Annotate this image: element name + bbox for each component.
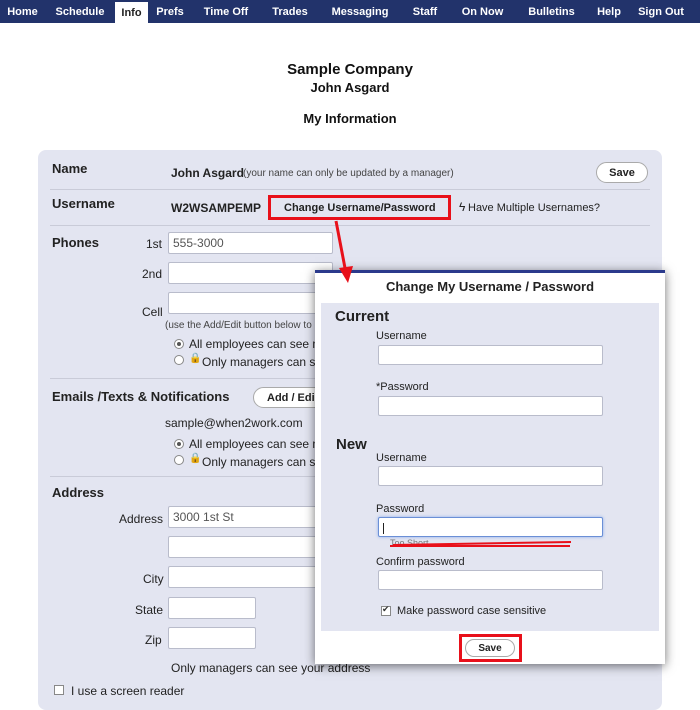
nav-prefs[interactable]: Prefs	[148, 0, 192, 23]
phones-label: Phones	[52, 235, 99, 250]
state-input[interactable]	[168, 597, 256, 619]
email-vis-mgr-label: Only managers can se	[202, 455, 323, 469]
confirm-password-label: Confirm password	[376, 556, 465, 568]
company-name: Sample Company	[287, 61, 413, 78]
city-label: City	[143, 572, 164, 586]
cell-label: Cell	[142, 305, 163, 319]
current-username-label: Username	[376, 330, 427, 342]
phone2-input[interactable]	[168, 262, 333, 284]
phones-vis-all-label: All employees can see m	[189, 337, 323, 351]
zip-label: Zip	[145, 633, 162, 647]
phone1-label: 1st	[146, 237, 163, 251]
nav-time-off[interactable]: Time Off	[192, 0, 260, 23]
nav-info[interactable]: Info	[115, 0, 148, 23]
lock-icon: 🔒	[189, 353, 202, 364]
email-visibility-managers-radio[interactable]	[174, 455, 184, 465]
address-section-label: Address	[52, 485, 105, 500]
case-sensitive-checkbox[interactable]	[381, 604, 391, 616]
lock-icon: 🔒	[189, 453, 202, 464]
top-nav: Home Schedule Info Prefs Time Off Trades Messa…	[0, 0, 700, 23]
zip-input[interactable]	[168, 627, 256, 649]
new-heading: New	[336, 436, 367, 453]
current-heading: Current	[335, 308, 390, 325]
nav-schedule[interactable]: Schedule	[45, 0, 115, 23]
nav-staff[interactable]: Staff	[400, 0, 450, 23]
change-password-modal: Change My Username / Password Current Us…	[315, 270, 665, 664]
divider	[50, 225, 650, 226]
phone1-input[interactable]: 555-3000	[168, 232, 333, 254]
new-username-input[interactable]	[378, 466, 603, 486]
nav-bulletins[interactable]: Bulletins	[515, 0, 588, 23]
current-password-input[interactable]	[378, 396, 603, 416]
nav-trades[interactable]: Trades	[260, 0, 320, 23]
case-sensitive-label: Make password case sensitive	[397, 605, 547, 617]
new-username-label: Username	[376, 452, 427, 464]
save-name-button[interactable]: Save	[596, 162, 648, 183]
city-input[interactable]	[168, 566, 333, 588]
address-line1-input[interactable]: 3000 1st St	[168, 506, 333, 528]
confirm-password-input[interactable]	[378, 570, 603, 590]
modal-title: Change My Username / Password	[385, 279, 595, 294]
address-label: Address	[119, 512, 164, 526]
divider	[50, 189, 650, 190]
email-value: sample@when2work.com	[165, 416, 303, 430]
username-value: W2WSAMPEMP	[171, 201, 261, 215]
email-visibility-all-radio[interactable]	[174, 439, 184, 449]
page-title: My Information	[303, 111, 397, 126]
new-password-input[interactable]	[378, 517, 603, 537]
phones-visibility-all-radio[interactable]	[174, 339, 184, 349]
emails-label: Emails /Texts & Notifications	[52, 389, 230, 404]
new-password-label: Password	[376, 503, 425, 515]
phones-vis-mgr-label: Only managers can se	[202, 355, 323, 369]
multiple-usernames-link[interactable]: Have Multiple Usernames?	[468, 202, 600, 214]
phones-note: (use the Add/Edit button below to	[165, 320, 312, 331]
employee-name: John Asgard	[310, 80, 390, 95]
nav-on-now[interactable]: On Now	[450, 0, 515, 23]
strength-bar	[390, 545, 570, 547]
screen-reader-label: I use a screen reader	[71, 684, 185, 698]
nav-help[interactable]: Help	[588, 0, 630, 23]
address-line2-input[interactable]	[168, 536, 333, 558]
current-password-label: *Password	[376, 381, 429, 393]
highlight-change-button	[268, 195, 451, 220]
email-vis-all-label: All employees can see m	[189, 437, 323, 451]
nav-sign-out[interactable]: Sign Out	[630, 0, 692, 23]
name-note: (your name can only be updated by a mana…	[243, 168, 454, 179]
name-label: Name	[52, 161, 88, 176]
nav-messaging[interactable]: Messaging	[320, 0, 400, 23]
phone2-label: 2nd	[142, 267, 163, 281]
phones-visibility-managers-radio[interactable]	[174, 355, 184, 365]
screen-reader-checkbox[interactable]	[54, 685, 64, 695]
lightning-icon: ϟ	[459, 200, 466, 214]
highlight-save-button	[459, 634, 522, 662]
current-username-input[interactable]	[378, 345, 603, 365]
nav-home[interactable]: Home	[0, 0, 45, 23]
username-label: Username	[52, 196, 115, 211]
name-value: John Asgard	[171, 166, 244, 180]
state-label: State	[135, 603, 164, 617]
cell-input[interactable]	[168, 292, 333, 314]
